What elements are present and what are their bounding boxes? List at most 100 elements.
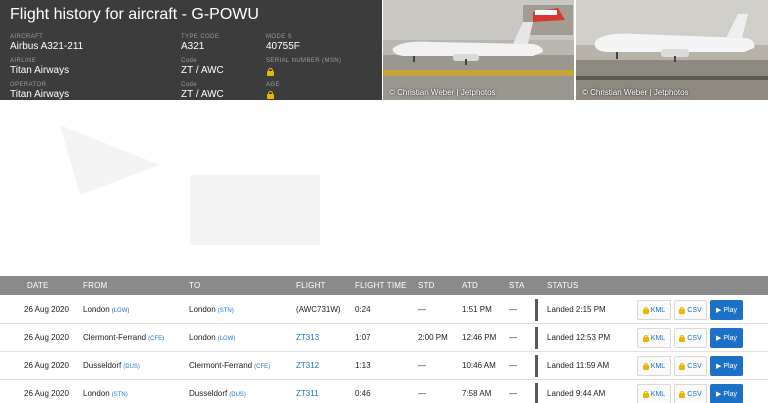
status-cell: Landed 11:59 AM xyxy=(547,361,610,370)
to-airport-code[interactable]: (CFE) xyxy=(254,364,270,370)
to-airport-code[interactable]: (LGW) xyxy=(218,336,236,342)
to-airport-code[interactable]: (STN) xyxy=(218,308,234,314)
from-cell: London (LGW) xyxy=(83,305,129,314)
csv-label: CSV xyxy=(687,306,702,314)
airline-code-label: Code xyxy=(181,58,197,64)
std-cell: 2:00 PM xyxy=(418,333,448,342)
atd-cell: 1:51 PM xyxy=(462,305,492,314)
date-cell: 26 Aug 2020 xyxy=(24,389,69,398)
sta-cell: — xyxy=(509,305,517,314)
to-airport-code[interactable]: (DUS) xyxy=(229,392,246,398)
type-code-value: A321 xyxy=(181,41,205,52)
aircraft-photo-1[interactable]: © Christian Weber | Jetphotos xyxy=(383,0,574,100)
serial-number-label: SERIAL NUMBER (MSN) xyxy=(266,58,342,64)
csv-label: CSV xyxy=(687,334,702,342)
flight-link[interactable]: ZT312 xyxy=(296,361,319,370)
table-header: DATE FROM TO FLIGHT FLIGHT TIME STD ATD … xyxy=(0,276,768,295)
status-indicator xyxy=(535,355,538,377)
sta-cell: — xyxy=(509,361,517,370)
airline-value: Titan Airways xyxy=(10,65,70,76)
lock-icon[interactable] xyxy=(267,68,274,76)
kml-button[interactable]: KML xyxy=(637,328,671,348)
column-header-std[interactable]: STD xyxy=(418,281,435,290)
flight-link[interactable]: ZT313 xyxy=(296,333,319,342)
table-row[interactable]: 26 Aug 2020 London (LGW) London (STN) (AWC… xyxy=(0,296,768,324)
play-button[interactable]: ▶ Play xyxy=(710,300,743,320)
aircraft-info-panel: Flight history for aircraft - G-POWU AIR… xyxy=(0,0,382,100)
table-row[interactable]: 26 Aug 2020 Clermont-Ferrand (CFE) London… xyxy=(0,324,768,352)
to-cell: Clermont-Ferrand (CFE) xyxy=(189,361,270,370)
lock-icon xyxy=(679,362,686,370)
table-row[interactable]: 26 Aug 2020 Dusseldorf (DUS) Clermont-Fer… xyxy=(0,352,768,380)
operator-label: OPERATOR xyxy=(10,82,47,88)
from-airport-code[interactable]: (LGW) xyxy=(112,308,130,314)
from-cell: Dusseldorf (DUS) xyxy=(83,361,140,370)
column-header-atd[interactable]: ATD xyxy=(462,281,478,290)
column-header-date[interactable]: DATE xyxy=(27,281,49,290)
type-code-label: TYPE CODE xyxy=(181,34,220,40)
from-airport-code[interactable]: (CFE) xyxy=(148,336,164,342)
operator-code-label: Code xyxy=(181,82,197,88)
to-cell: London (STN) xyxy=(189,305,234,314)
aircraft-photo-2[interactable]: © Christian Weber | Jetphotos xyxy=(576,0,768,100)
std-cell: — xyxy=(418,389,426,398)
watermark-logo xyxy=(60,125,320,245)
play-button[interactable]: ▶ Play xyxy=(710,328,743,348)
std-cell: — xyxy=(418,305,426,314)
aircraft-value: Airbus A321-211 xyxy=(10,41,84,52)
play-button[interactable]: ▶ Play xyxy=(710,384,743,403)
lock-icon xyxy=(679,306,686,314)
to-city: London xyxy=(189,305,216,314)
lock-icon xyxy=(642,362,649,370)
from-airport-code[interactable]: (STN) xyxy=(112,392,128,398)
from-airport-code[interactable]: (DUS) xyxy=(123,364,140,370)
flight-link[interactable]: ZT311 xyxy=(296,389,319,398)
from-city: London xyxy=(83,389,110,398)
operator-value: Titan Airways xyxy=(10,89,70,100)
status-indicator xyxy=(535,327,538,349)
lock-icon xyxy=(642,306,649,314)
kml-button[interactable]: KML xyxy=(637,384,671,403)
mode-s-label: MODE S xyxy=(266,34,293,40)
from-city: Clermont-Ferrand xyxy=(83,333,147,342)
csv-button[interactable]: CSV xyxy=(674,328,707,348)
date-cell: 26 Aug 2020 xyxy=(24,305,69,314)
csv-button[interactable]: CSV xyxy=(674,300,707,320)
to-cell: Dusseldorf (DUS) xyxy=(189,389,246,398)
play-button[interactable]: ▶ Play xyxy=(710,356,743,376)
operator-code-value: ZT / AWC xyxy=(181,89,224,100)
column-header-status[interactable]: STATUS xyxy=(547,281,579,290)
flight-history-page: Flight history for aircraft - G-POWU AIR… xyxy=(0,0,768,403)
from-cell: Clermont-Ferrand (CFE) xyxy=(83,333,164,342)
kml-label: KML xyxy=(650,334,666,342)
to-city: Dusseldorf xyxy=(189,389,228,398)
column-header-to[interactable]: TO xyxy=(189,281,200,290)
photo-credit: © Christian Weber | Jetphotos xyxy=(582,88,689,97)
flight-time-cell: 1:07 xyxy=(355,333,371,342)
lock-icon xyxy=(679,334,686,342)
to-city: Clermont-Ferrand xyxy=(189,361,253,370)
date-cell: 26 Aug 2020 xyxy=(24,361,69,370)
status-indicator xyxy=(535,299,538,321)
to-cell: London (LGW) xyxy=(189,333,235,342)
photo-credit: © Christian Weber | Jetphotos xyxy=(389,88,496,97)
kml-button[interactable]: KML xyxy=(637,356,671,376)
kml-button[interactable]: KML xyxy=(637,300,671,320)
csv-button[interactable]: CSV xyxy=(674,356,707,376)
atd-cell: 7:58 AM xyxy=(462,389,492,398)
csv-button[interactable]: CSV xyxy=(674,384,707,403)
column-header-from[interactable]: FROM xyxy=(83,281,107,290)
sta-cell: — xyxy=(509,333,517,342)
from-city: Dusseldorf xyxy=(83,361,122,370)
column-header-sta[interactable]: STA xyxy=(509,281,525,290)
date-cell: 26 Aug 2020 xyxy=(24,333,69,342)
status-cell: Landed 2:15 PM xyxy=(547,305,606,314)
table-row[interactable]: 26 Aug 2020 London (STN) Dusseldorf (DUS) … xyxy=(0,380,768,403)
page-title: Flight history for aircraft - G-POWU xyxy=(10,6,259,23)
airline-label: AIRLINE xyxy=(10,58,37,64)
lock-icon[interactable] xyxy=(267,91,274,99)
from-cell: London (STN) xyxy=(83,389,128,398)
column-header-flight[interactable]: FLIGHT xyxy=(296,281,326,290)
column-header-flight-time[interactable]: FLIGHT TIME xyxy=(355,281,407,290)
mode-s-value: 40755F xyxy=(266,41,300,52)
